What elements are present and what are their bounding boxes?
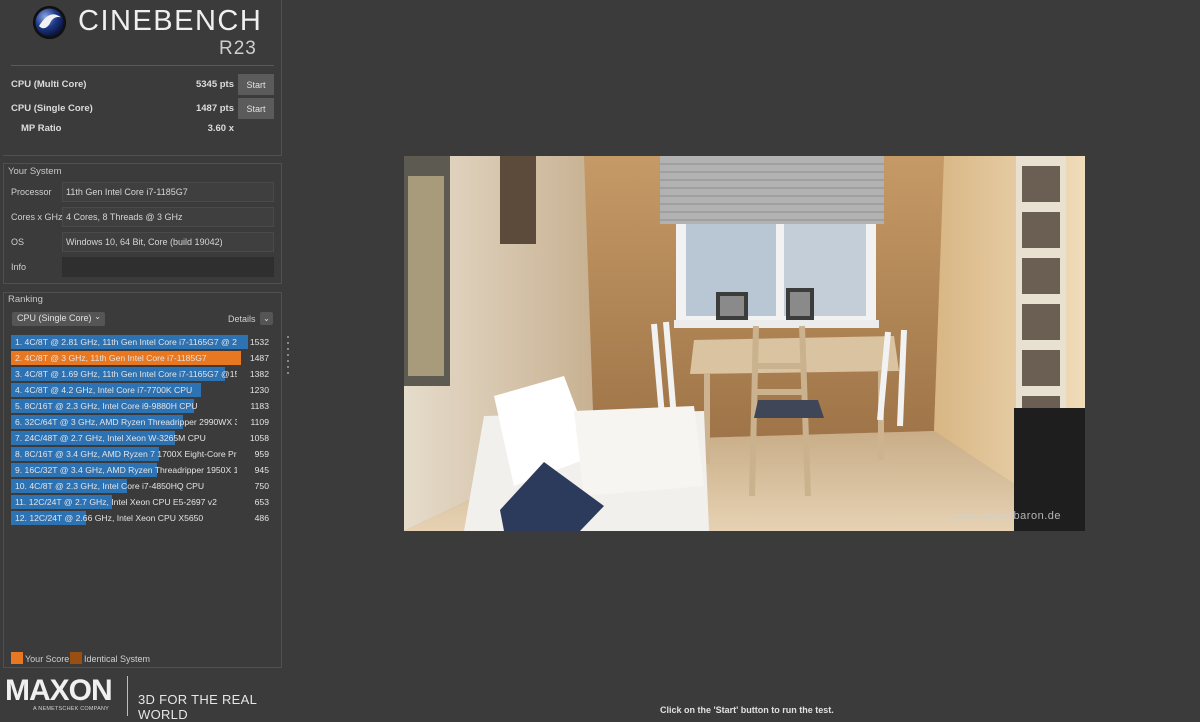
ranking-score: 1532 — [249, 337, 269, 347]
ranking-label: 11. 12C/24T @ 2.7 GHz, Intel Xeon CPU E5… — [15, 497, 217, 507]
ranking-row[interactable]: 4. 4C/8T @ 4.2 GHz, Intel Core i7-7700K … — [11, 383, 273, 397]
ranking-score: 750 — [254, 481, 269, 491]
ranking-label: 7. 24C/48T @ 2.7 GHz, Intel Xeon W-3265M… — [15, 433, 206, 443]
ranking-score: 1058 — [249, 433, 269, 443]
ranking-row[interactable]: 6. 32C/64T @ 3 GHz, AMD Ryzen Threadripp… — [11, 415, 273, 429]
tagline: 3D FOR THE REAL WORLD — [138, 692, 257, 722]
ranking-title: Ranking — [8, 294, 43, 305]
ranking-score: 945 — [254, 465, 269, 475]
ranking-score: 653 — [254, 497, 269, 507]
legend-identical: Identical System — [70, 652, 150, 664]
ranking-score: 1183 — [250, 401, 269, 411]
system-row-info: Info — [8, 257, 274, 277]
your-system-title: Your System — [8, 166, 62, 177]
status-message: Click on the 'Start' button to run the t… — [660, 705, 834, 715]
ranking-label: 9. 16C/32T @ 3.4 GHz, AMD Ryzen Threadri… — [15, 465, 237, 475]
ranking-row[interactable]: 8. 8C/16T @ 3.4 GHz, AMD Ryzen 7 1700X E… — [11, 447, 273, 461]
ranking-row[interactable]: 12. 12C/24T @ 2.66 GHz, Intel Xeon CPU X… — [11, 511, 273, 525]
processor-field: 11th Gen Intel Core i7-1185G7 — [62, 182, 274, 202]
ranking-label: 12. 12C/24T @ 2.66 GHz, Intel Xeon CPU X… — [15, 513, 204, 523]
legend-your-score: Your Score — [11, 652, 69, 664]
info-field[interactable] — [62, 257, 274, 277]
footer-divider — [127, 676, 128, 716]
ranking-label: 3. 4C/8T @ 1.69 GHz, 11th Gen Intel Core… — [15, 369, 237, 379]
system-label: Cores x GHz — [11, 212, 63, 222]
system-row-processor: Processor 11th Gen Intel Core i7-1185G7 — [8, 182, 274, 202]
ranking-row[interactable]: 3. 4C/8T @ 1.69 GHz, 11th Gen Intel Core… — [11, 367, 273, 381]
ranking-row[interactable]: 11. 12C/24T @ 2.7 GHz, Intel Xeon CPU E5… — [11, 495, 273, 509]
tests-panel — [3, 0, 282, 156]
maxon-subtitle: A NEMETSCHEK COMPANY — [33, 706, 110, 712]
ranking-label: 8. 8C/16T @ 3.4 GHz, AMD Ryzen 7 1700X E… — [15, 449, 237, 459]
cores-field: 4 Cores, 8 Threads @ 3 GHz — [62, 207, 274, 227]
ranking-row[interactable]: 1. 4C/8T @ 2.81 GHz, 11th Gen Intel Core… — [11, 335, 273, 349]
sidebar: CINEBENCH R23 CPU (Multi Core) 5345 pts … — [0, 0, 284, 722]
ranking-label: 2. 4C/8T @ 3 GHz, 11th Gen Intel Core i7… — [15, 353, 207, 363]
ranking-label: 5. 8C/16T @ 2.3 GHz, Intel Core i9-9880H… — [15, 401, 198, 411]
system-label: Info — [11, 262, 27, 272]
system-row-cores: Cores x GHz 4 Cores, 8 Threads @ 3 GHz — [8, 207, 274, 227]
ranking-score: 959 — [254, 449, 269, 459]
ranking-row[interactable]: 10. 4C/8T @ 2.3 GHz, Intel Core i7-4850H… — [11, 479, 273, 493]
ranking-row[interactable]: 5. 8C/16T @ 2.3 GHz, Intel Core i9-9880H… — [11, 399, 273, 413]
system-label: Processor — [11, 187, 52, 197]
system-label: OS — [11, 237, 25, 247]
maxon-logo: MAXON — [5, 674, 113, 707]
details-label: Details — [228, 314, 256, 324]
ranking-score: 1382 — [249, 369, 269, 379]
render-viewport: www.renderbaron.de — [404, 156, 1085, 531]
ranking-label: 4. 4C/8T @ 4.2 GHz, Intel Core i7-7700K … — [15, 385, 193, 395]
ranking-label: 10. 4C/8T @ 2.3 GHz, Intel Core i7-4850H… — [15, 481, 205, 491]
render-watermark: www.renderbaron.de — [950, 510, 1061, 522]
os-field: Windows 10, 64 Bit, Core (build 19042) — [62, 232, 274, 252]
ranking-type-value: CPU (Single Core) — [17, 313, 92, 323]
identical-system-swatch — [70, 652, 82, 664]
ranking-score: 1487 — [249, 353, 269, 363]
your-score-swatch — [11, 652, 23, 664]
legend-your-score-label: Your Score — [25, 654, 70, 664]
ranking-score: 1109 — [250, 417, 269, 427]
chevron-down-icon: ⌄ — [94, 312, 101, 321]
ranking-score: 1230 — [249, 385, 269, 395]
details-toggle-button[interactable]: ⌄ — [260, 312, 273, 325]
ranking-label: 1. 4C/8T @ 2.81 GHz, 11th Gen Intel Core… — [15, 337, 237, 347]
ranking-row[interactable]: 2. 4C/8T @ 3 GHz, 11th Gen Intel Core i7… — [11, 351, 273, 365]
ranking-type-select[interactable]: CPU (Single Core) ⌄ — [12, 312, 105, 326]
panel-resize-handle[interactable] — [286, 336, 290, 380]
ranking-row[interactable]: 9. 16C/32T @ 3.4 GHz, AMD Ryzen Threadri… — [11, 463, 273, 477]
system-row-os: OS Windows 10, 64 Bit, Core (build 19042… — [8, 232, 274, 252]
ranking-score: 486 — [254, 513, 269, 523]
ranking-label: 6. 32C/64T @ 3 GHz, AMD Ryzen Threadripp… — [15, 417, 237, 427]
ranking-row[interactable]: 7. 24C/48T @ 2.7 GHz, Intel Xeon W-3265M… — [11, 431, 273, 445]
render-image — [404, 156, 1085, 531]
legend-identical-label: Identical System — [84, 654, 151, 664]
